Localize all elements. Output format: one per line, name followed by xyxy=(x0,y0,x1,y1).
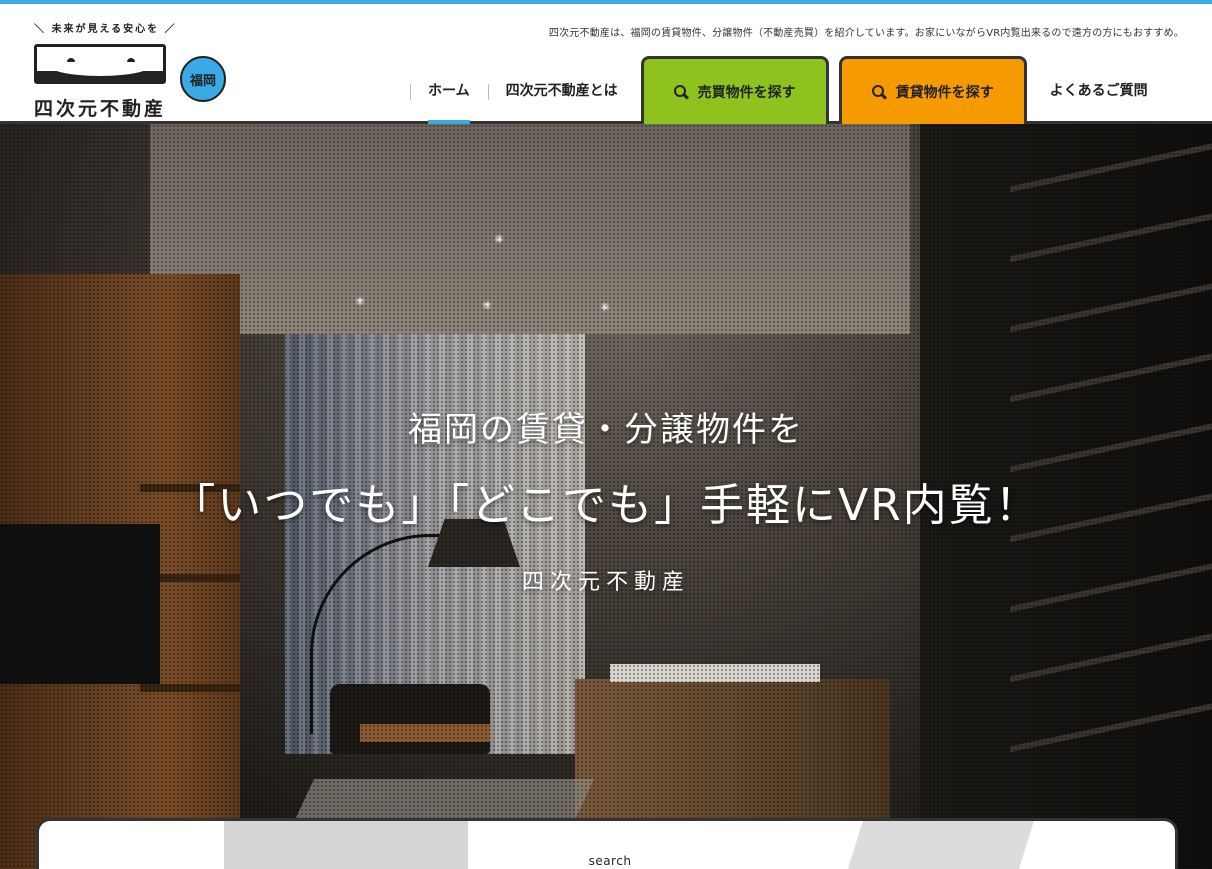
logo-catchphrase: ＼ 未来が見える安心を ／ xyxy=(34,24,177,35)
hero-headline-1: 福岡の賃貸・分譲物件を xyxy=(408,410,804,450)
logo-mouth-band xyxy=(37,62,163,81)
search-icon xyxy=(673,84,688,99)
rent-button-label: 賃貸物件を探す xyxy=(895,84,994,101)
logo-name: 四次元不動産 xyxy=(34,98,167,120)
smiling-face-box-icon xyxy=(34,44,166,84)
nav-faq[interactable]: よくあるご質問 xyxy=(1032,56,1166,124)
search-panel: search xyxy=(36,818,1178,869)
rent-property-search-button[interactable]: 賃貸物件を探す xyxy=(838,56,1027,124)
buy-property-search-button[interactable]: 売買物件を探す xyxy=(640,56,829,124)
hero-brand: 四次元不動産 xyxy=(521,570,690,595)
site-tagline: 四次元不動産は、福岡の賃貸物件、分譲物件（不動産売買）を紹介しています。お家にい… xyxy=(548,28,1184,39)
hero-banner: 福岡の賃貸・分譲物件を 「いつでも」「どこでも」手軽にVR内覧！ 四次元不動産 xyxy=(0,124,1212,869)
nav-home[interactable]: ホーム xyxy=(410,56,488,124)
fukuoka-badge: 福岡 xyxy=(180,56,226,102)
buy-button-label: 売買物件を探す xyxy=(697,84,796,101)
main-nav: ホーム 四次元不動産とは 売買物件を探す 賃貸物件を探す よくあるご質問 xyxy=(410,56,1166,124)
hero-headline-2: 「いつでも」「どこでも」手軽にVR内覧！ xyxy=(171,480,1041,531)
search-section-label: search xyxy=(588,854,632,868)
site-logo[interactable]: ＼ 未来が見える安心を ／ 四次元不動産 福岡 xyxy=(34,20,234,120)
nav-about[interactable]: 四次元不動産とは xyxy=(487,56,636,124)
search-icon xyxy=(871,84,886,99)
site-header: 四次元不動産は、福岡の賃貸物件、分譲物件（不動産売買）を紹介しています。お家にい… xyxy=(0,4,1212,124)
